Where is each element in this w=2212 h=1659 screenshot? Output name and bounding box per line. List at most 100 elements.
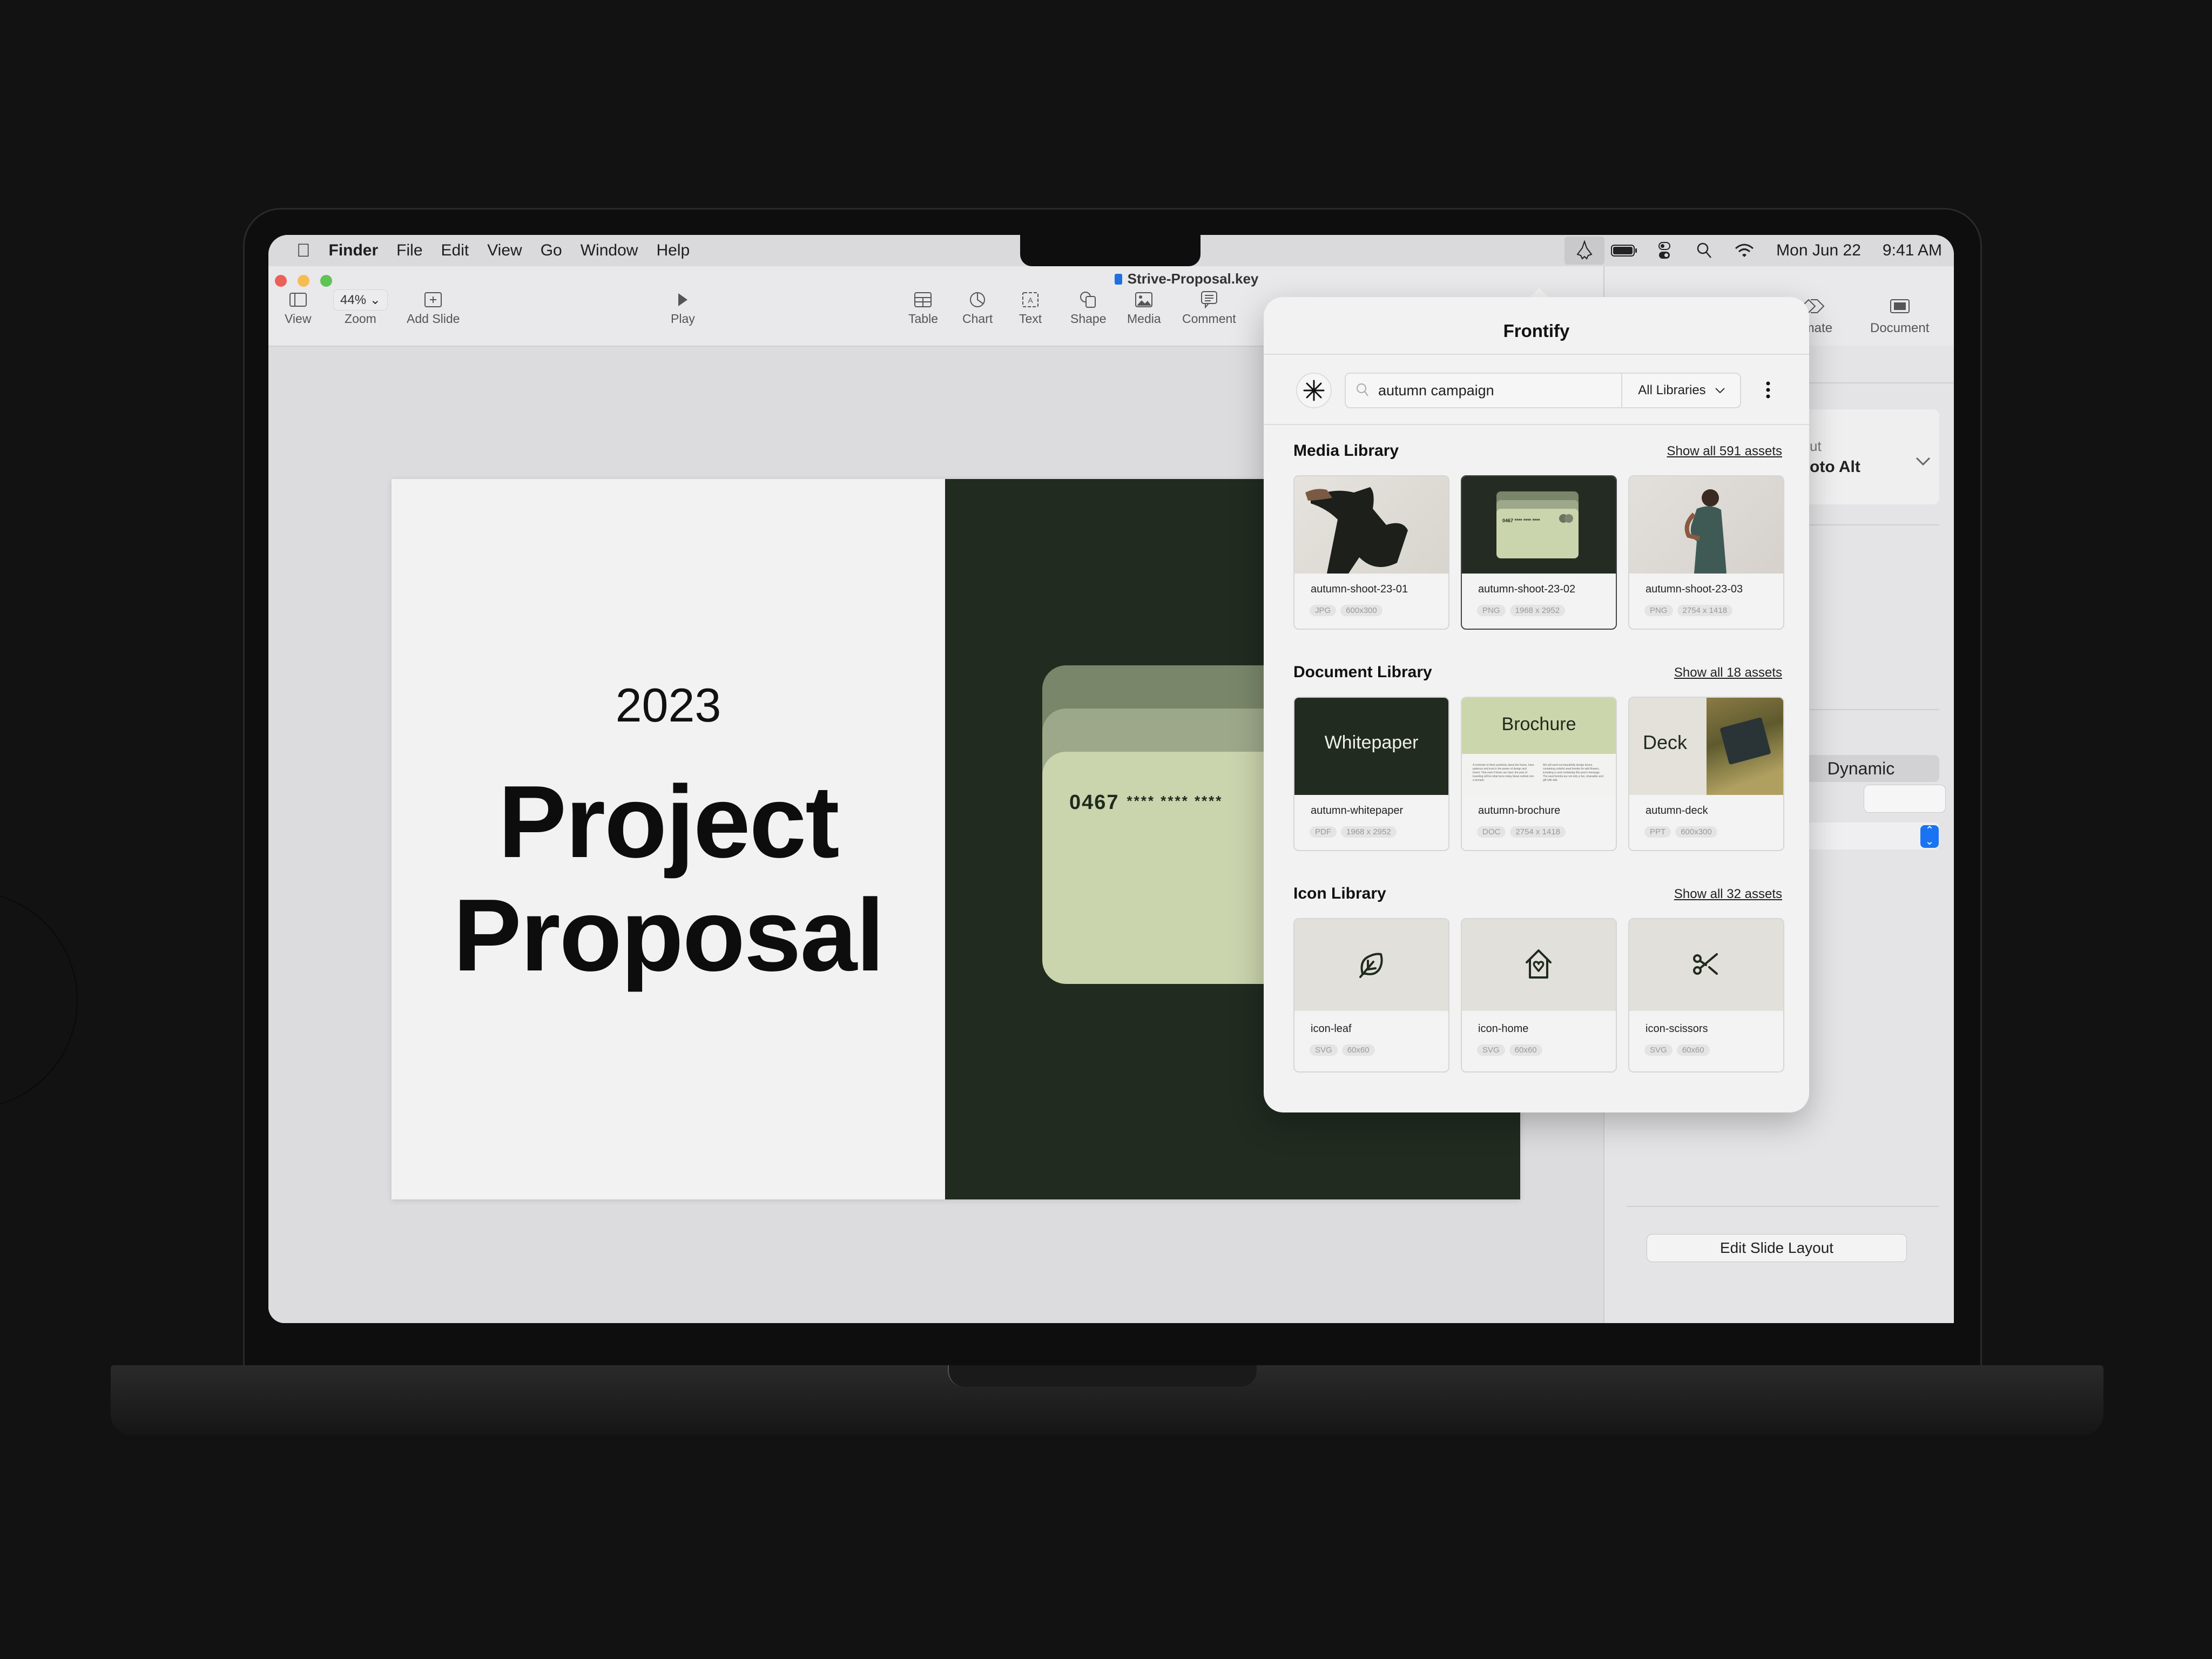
asset-card[interactable]: autumn-shoot-23-03 PNG 2754 x 1418 bbox=[1628, 475, 1784, 630]
chevron-down-icon[interactable] bbox=[1915, 453, 1931, 471]
toolbar-table-button[interactable]: Table bbox=[908, 288, 938, 326]
card-number-digits: 0467 bbox=[1069, 791, 1120, 814]
asset-card[interactable]: Brochure A reminder to think positively … bbox=[1461, 697, 1617, 851]
comment-icon bbox=[1201, 288, 1217, 312]
toolbar-zoom-button[interactable]: 44% ⌄ Zoom bbox=[333, 288, 388, 326]
asset-type-tag: SVG bbox=[1310, 1044, 1338, 1056]
menu-app-name[interactable]: Finder bbox=[329, 241, 379, 260]
zoom-value: 44% bbox=[340, 292, 367, 307]
asset-card[interactable]: Deck autumn-deck PPT 600x300 bbox=[1628, 697, 1784, 851]
chart-icon bbox=[969, 288, 986, 312]
search-input[interactable] bbox=[1377, 378, 1617, 403]
toolbar-view-button[interactable]: View bbox=[285, 288, 311, 326]
section-title-media: Media Library bbox=[1293, 442, 1399, 460]
toolbar-media-button[interactable]: Media bbox=[1127, 288, 1161, 326]
library-filter-dropdown[interactable]: All Libraries bbox=[1621, 374, 1741, 407]
menu-help[interactable]: Help bbox=[656, 241, 690, 260]
divider bbox=[1264, 354, 1809, 355]
asset-card[interactable]: icon-leaf SVG 60x60 bbox=[1293, 918, 1449, 1073]
asset-name: autumn-shoot-23-02 bbox=[1478, 583, 1576, 595]
toolbar-view-label: View bbox=[285, 312, 312, 326]
toolbar-play-button[interactable]: Play bbox=[671, 288, 695, 326]
asset-type-tag: DOC bbox=[1477, 826, 1506, 838]
menubar-time[interactable]: 9:41 AM bbox=[1883, 241, 1942, 260]
frontify-logo-icon[interactable] bbox=[1296, 373, 1332, 408]
toolbar-comment-button[interactable]: Comment bbox=[1182, 288, 1236, 326]
asset-name: icon-scissors bbox=[1645, 1023, 1708, 1035]
battery-icon[interactable] bbox=[1604, 237, 1644, 265]
toolbar-table-label: Table bbox=[908, 312, 938, 326]
toolbar-add-slide-button[interactable]: Add Slide bbox=[407, 288, 460, 326]
asset-card[interactable]: Whitepaper autumn-whitepaper PDF 1968 x 2… bbox=[1293, 697, 1449, 851]
select-stepper-icon[interactable]: ⌃ ⌄ bbox=[1920, 825, 1939, 848]
menu-file[interactable]: File bbox=[396, 241, 422, 260]
menubar-date[interactable]: Mon Jun 22 bbox=[1776, 241, 1861, 260]
menu-go[interactable]: Go bbox=[541, 241, 562, 260]
frontify-popover: Frontify All Libraries Media Library Sho… bbox=[1264, 297, 1809, 1112]
leaf-icon bbox=[1359, 953, 1383, 978]
more-options-icon[interactable] bbox=[1763, 379, 1773, 401]
toolbar-text-button[interactable]: A Text bbox=[1019, 288, 1042, 326]
sidebar-view-icon bbox=[289, 288, 307, 312]
asset-name: icon-home bbox=[1478, 1023, 1529, 1035]
thumbnail-label: Brochure bbox=[1501, 714, 1576, 734]
slide-layout-label: ut bbox=[1810, 438, 1822, 454]
document-title-text: Strive-Proposal.key bbox=[1127, 271, 1259, 287]
toolbar-chart-button[interactable]: Chart bbox=[962, 288, 993, 326]
show-all-documents-link[interactable]: Show all 18 assets bbox=[1674, 665, 1782, 680]
menu-view[interactable]: View bbox=[487, 241, 522, 260]
asset-card[interactable]: autumn-shoot-23-01 JPG 600x300 bbox=[1293, 475, 1449, 630]
table-icon bbox=[914, 288, 932, 312]
asset-card-selected[interactable]: 0467 **** **** **** autumn-shoot-23-02 P… bbox=[1461, 475, 1617, 630]
asset-type-tag: PNG bbox=[1644, 605, 1673, 616]
asset-name: autumn-brochure bbox=[1478, 805, 1561, 817]
background-decoration bbox=[0, 891, 78, 1109]
inspector-input-field[interactable] bbox=[1864, 785, 1946, 813]
spotlight-search-icon[interactable] bbox=[1684, 237, 1724, 265]
section-title-documents: Document Library bbox=[1293, 663, 1432, 681]
asset-size-tag: 600x300 bbox=[1340, 605, 1382, 616]
keynote-file-icon bbox=[1114, 274, 1122, 285]
asset-type-tag: JPG bbox=[1310, 605, 1337, 616]
control-center-icon[interactable] bbox=[1644, 237, 1684, 265]
toolbar-shape-button[interactable]: Shape bbox=[1070, 288, 1107, 326]
asset-type-tag: PPT bbox=[1644, 826, 1671, 838]
asset-card[interactable]: icon-home SVG 60x60 bbox=[1461, 918, 1617, 1073]
menu-edit[interactable]: Edit bbox=[441, 241, 469, 260]
card-number: 0467 **** **** **** bbox=[1069, 791, 1223, 814]
tab-document[interactable]: Document bbox=[1870, 295, 1929, 336]
slide-title[interactable]: Project Proposal bbox=[392, 765, 945, 992]
asset-thumbnail-photo bbox=[1629, 476, 1783, 574]
card-number-masked: **** **** **** bbox=[1127, 793, 1223, 809]
divider bbox=[1626, 1206, 1939, 1207]
wifi-icon[interactable] bbox=[1724, 237, 1764, 265]
asset-name: autumn-shoot-23-01 bbox=[1311, 583, 1408, 595]
zoom-dropdown[interactable]: 44% ⌄ bbox=[333, 289, 388, 311]
frontify-menubar-icon[interactable] bbox=[1564, 237, 1605, 265]
show-all-icons-link[interactable]: Show all 32 assets bbox=[1674, 887, 1782, 902]
chevron-down-icon bbox=[1715, 383, 1725, 398]
camera-notch bbox=[1020, 235, 1201, 266]
slide-title-line1: Project bbox=[498, 765, 839, 879]
toolbar-add-slide-label: Add Slide bbox=[407, 312, 460, 326]
zoom-window-button[interactable] bbox=[320, 275, 332, 287]
minimize-window-button[interactable] bbox=[298, 275, 309, 287]
edit-slide-layout-button[interactable]: Edit Slide Layout bbox=[1647, 1234, 1907, 1262]
home-heart-icon bbox=[1526, 949, 1552, 979]
show-all-media-link[interactable]: Show all 591 assets bbox=[1667, 444, 1782, 459]
asset-thumbnail-icon bbox=[1629, 919, 1783, 1011]
apple-menu-icon[interactable]:  bbox=[296, 240, 311, 261]
asset-size-tag: 60x60 bbox=[1341, 1044, 1375, 1056]
search-icon bbox=[1355, 382, 1370, 400]
library-filter-value: All Libraries bbox=[1638, 383, 1706, 397]
tab-document-label: Document bbox=[1870, 321, 1930, 335]
menu-window[interactable]: Window bbox=[581, 241, 638, 260]
brochure-text-column: A reminder to think positively about the… bbox=[1473, 764, 1534, 782]
slide-year[interactable]: 2023 bbox=[392, 678, 945, 733]
close-window-button[interactable] bbox=[275, 275, 287, 287]
asset-card[interactable]: icon-scissors SVG 60x60 bbox=[1628, 918, 1784, 1073]
asset-size-tag: 2754 x 1418 bbox=[1677, 605, 1733, 616]
play-icon bbox=[677, 288, 689, 312]
asset-size-tag: 1968 x 2952 bbox=[1509, 605, 1566, 616]
section-title-icons: Icon Library bbox=[1293, 885, 1386, 902]
